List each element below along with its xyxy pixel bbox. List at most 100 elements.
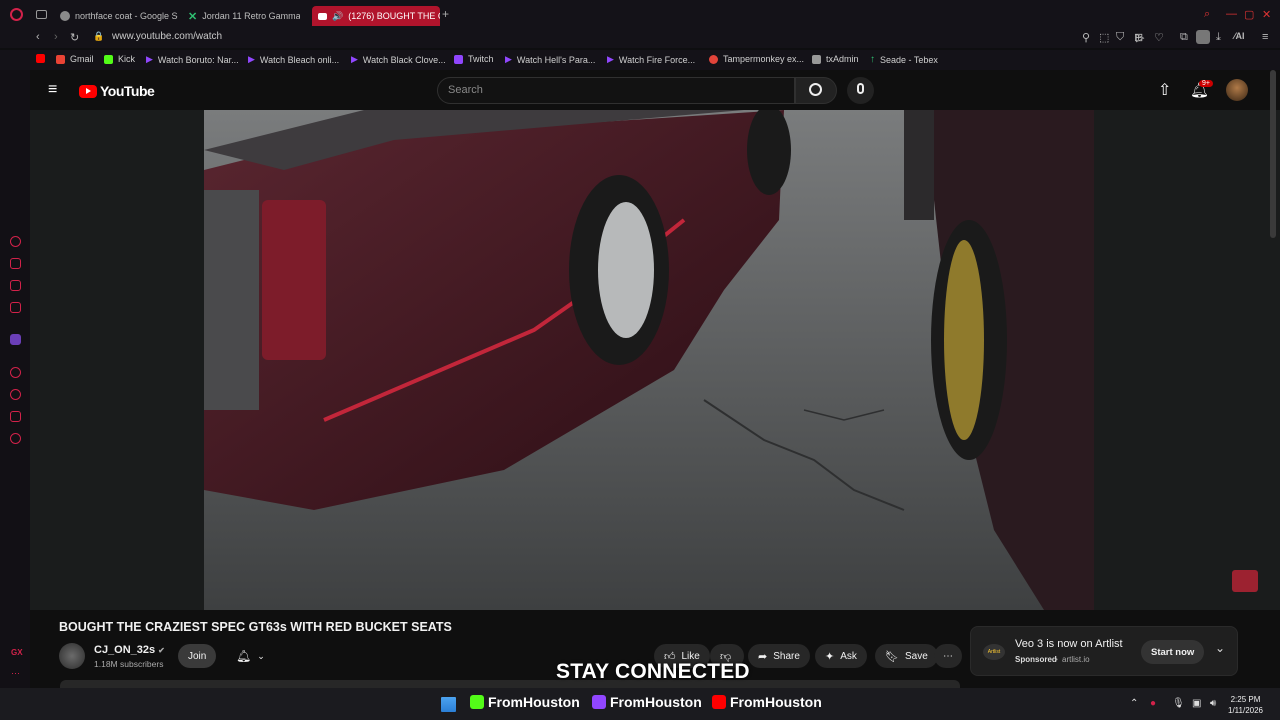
vpn-icon[interactable]: ♡ <box>1154 31 1164 44</box>
url-field[interactable]: www.youtube.com/watch <box>112 31 222 42</box>
extensions-sidebar-icon[interactable] <box>10 411 21 422</box>
bookmark-bleach[interactable]: ▶ Watch Bleach onli... <box>248 54 339 65</box>
more-sidebar-icon[interactable]: ⋯ <box>11 668 20 679</box>
player-icon[interactable]: ▷ <box>1136 31 1144 44</box>
profile-avatar-small[interactable] <box>1196 30 1210 44</box>
download-icon[interactable]: ⤓ <box>1216 31 1221 44</box>
bookmark-label: Twitch <box>468 54 494 64</box>
tab-label: northface coat - Google Se <box>75 11 178 21</box>
address-bar-row: ‹ › ↻ 🔒 www.youtube.com/watch ⚲ ⬚ ⛉ ⊞ ▷ … <box>0 28 1280 48</box>
puzzle-icon[interactable]: ⧉ <box>1180 31 1188 44</box>
audio-playing-icon[interactable]: 🔊 <box>332 11 343 22</box>
channel-name[interactable]: CJ_ON_32s ✔ <box>94 644 165 656</box>
subscribed-bell-button[interactable]: 🔔︎ ⌄ <box>226 644 272 668</box>
avatar[interactable] <box>1226 79 1248 101</box>
search-input[interactable]: Search <box>437 77 795 104</box>
pin-icon[interactable]: ⚲ <box>1082 31 1090 44</box>
kick-promo: FromHouston <box>470 694 580 710</box>
channel-watermark[interactable] <box>1232 570 1258 592</box>
tray-volume-icon[interactable]: 🔊︎ <box>1210 698 1216 709</box>
clock-time: 2:25 PM <box>1230 695 1261 704</box>
kick-icon <box>104 54 113 64</box>
clock[interactable]: 2:25 PM 1/11/2026 <box>1228 694 1263 716</box>
reload-icon[interactable]: ↻ <box>70 31 79 44</box>
bell-icon: 🔔︎ <box>236 649 252 663</box>
tab-jordan-11[interactable]: ✕ Jordan 11 Retro Gamma Bl <box>188 6 300 26</box>
bookmark-black-clover[interactable]: ▶ Watch Black Clove... <box>351 54 446 65</box>
youtube-logo[interactable]: YouTube <box>79 83 155 99</box>
ad-title: Veo 3 is now on Artlist <box>1015 638 1123 650</box>
bookmark-kick[interactable]: Kick <box>104 54 135 64</box>
close-icon[interactable]: ✕ <box>1262 8 1271 21</box>
tab-menu-icon[interactable] <box>36 10 47 19</box>
save-button[interactable]: 🔖︎ Save <box>875 644 938 668</box>
video-player-area <box>30 110 1280 610</box>
more-actions-button[interactable]: ⋯ <box>934 644 962 668</box>
subscriber-count: 1.18M subscribers <box>94 659 164 669</box>
tray-display-icon[interactable]: ▣ <box>1192 698 1201 709</box>
snapshot-icon[interactable]: ⬚ <box>1099 31 1109 44</box>
bookmark-twitch[interactable]: Twitch <box>454 54 494 64</box>
opera-logo-icon[interactable] <box>10 8 23 21</box>
bookmark-tampermonkey[interactable]: Tampermonkey ex... <box>709 54 804 64</box>
minimize-icon[interactable]: — <box>1226 8 1237 20</box>
bookmark-tebex[interactable]: ↑ Seade - Tebex <box>870 54 938 65</box>
share-button[interactable]: ➦ Share <box>748 644 810 668</box>
description-box-edge[interactable] <box>60 680 960 688</box>
aria-sidebar-icon[interactable] <box>10 236 21 247</box>
ad-sponsored-label: Sponsored <box>1015 655 1057 664</box>
join-button[interactable]: Join <box>178 644 217 668</box>
voice-search-button[interactable] <box>847 77 874 104</box>
player-sidebar-icon[interactable] <box>10 367 21 378</box>
search-button[interactable] <box>795 77 837 104</box>
bookmark-hells-paradise[interactable]: ▶ Watch Hell's Para... <box>505 54 595 65</box>
search-tabs-icon[interactable]: ⌕ <box>1204 8 1210 21</box>
tray-app-icon[interactable]: ● <box>1150 698 1156 709</box>
instagram-icon[interactable] <box>10 280 21 291</box>
tab-northface-coat[interactable]: northface coat - Google Se <box>60 6 178 26</box>
ask-button[interactable]: ✦ Ask <box>815 644 867 668</box>
bookmark-gmail[interactable]: Gmail <box>56 54 94 64</box>
hamburger-menu-icon[interactable]: ≡ <box>48 81 57 99</box>
bookmark-label: Seade - Tebex <box>880 54 938 65</box>
google-favicon-icon <box>60 11 70 21</box>
page-scrollbar[interactable] <box>1270 70 1276 238</box>
tray-chevron-icon[interactable]: ⌃ <box>1130 698 1138 709</box>
messenger-icon[interactable] <box>10 302 21 313</box>
channel-avatar[interactable] <box>59 643 85 669</box>
youtube-icon <box>36 54 45 63</box>
maximize-icon[interactable]: ▢ <box>1244 8 1254 21</box>
back-icon[interactable]: ‹ <box>36 31 40 43</box>
aria-ai-icon[interactable]: ⁄AI <box>1234 31 1245 41</box>
video-player[interactable] <box>204 110 1094 610</box>
gx-icon[interactable]: GX <box>11 648 23 657</box>
youtube-header: ≡ YouTube Search ⇧ 🔔︎ 9+ <box>30 70 1280 110</box>
create-upload-icon[interactable]: ⇧ <box>1158 80 1171 100</box>
history-icon[interactable] <box>10 389 21 400</box>
workspaces-icon[interactable] <box>10 258 21 269</box>
sponsored-ad-card[interactable]: Artlist Veo 3 is now on Artlist Sponsore… <box>970 626 1238 676</box>
bookmark-txadmin[interactable]: txAdmin <box>812 54 859 64</box>
twitch-promo: FromHouston <box>592 694 702 710</box>
settings-sidebar-icon[interactable] <box>10 433 21 444</box>
ad-expand-chevron-icon[interactable]: ⌄ <box>1215 641 1225 655</box>
bookmark-label: Watch Black Clove... <box>362 54 446 65</box>
bookmark-label: Tampermonkey ex... <box>723 54 805 64</box>
video-frame-image <box>204 110 1094 610</box>
bookmark-boruto[interactable]: ▶ Watch Boruto: Nar... <box>146 54 239 65</box>
tray-mic-icon[interactable]: 🎙︎ <box>1172 698 1185 709</box>
txadmin-icon <box>812 54 821 64</box>
bookmark-label: Kick <box>118 54 136 64</box>
tab-youtube-active[interactable]: 🔊 (1276) BOUGHT THE C <box>312 6 440 26</box>
bookmark-youtube[interactable] <box>36 54 45 63</box>
windows-start-icon[interactable] <box>441 697 456 712</box>
bookmark-fire-force[interactable]: ▶ Watch Fire Force... <box>607 54 695 65</box>
shield-icon[interactable]: ⛉ <box>1116 31 1124 44</box>
forward-icon[interactable]: › <box>54 31 58 43</box>
twitch-sidebar-icon[interactable] <box>10 334 21 345</box>
youtube-promo: FromHouston <box>712 694 822 710</box>
new-tab-button[interactable]: + <box>442 7 449 21</box>
browser-tab-strip: northface coat - Google Se ✕ Jordan 11 R… <box>0 0 1280 30</box>
menu-icon[interactable]: ≡ <box>1262 31 1268 43</box>
ad-start-now-button[interactable]: Start now <box>1141 640 1205 664</box>
